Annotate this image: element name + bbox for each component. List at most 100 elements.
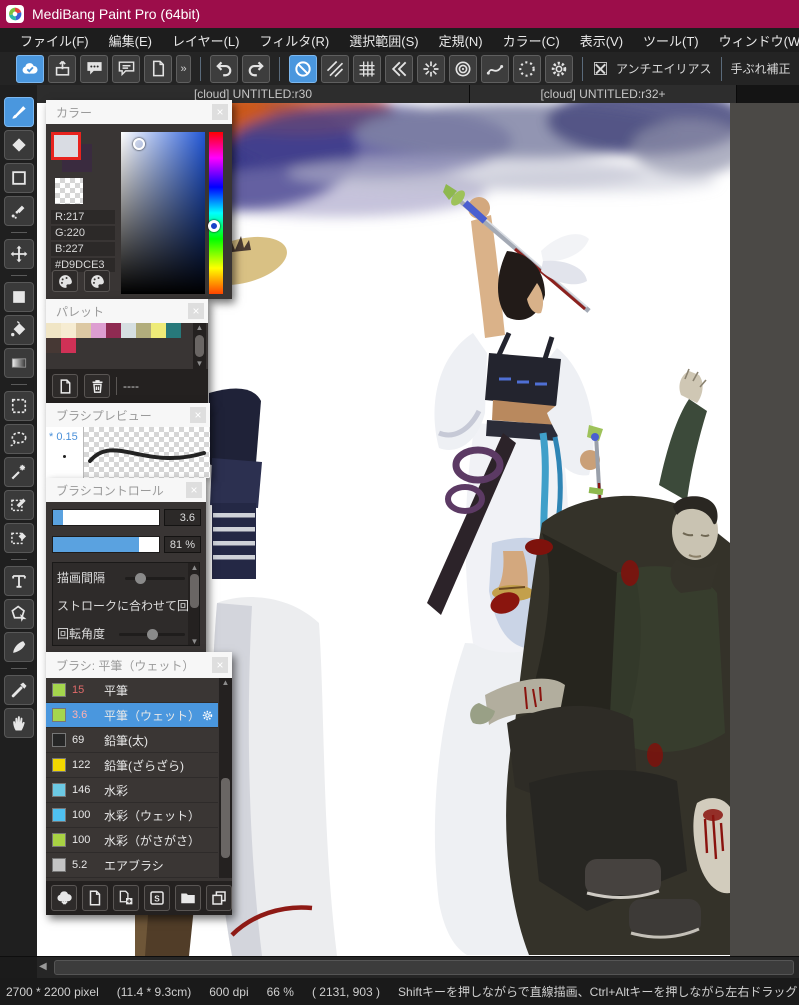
scroll-down-icon[interactable]: ▼: [188, 637, 199, 645]
palette-color[interactable]: [91, 323, 106, 338]
select-eraser-tool-button[interactable]: [3, 523, 34, 553]
brush-list-header[interactable]: ブラシ: 平筆（ウェット） ×: [46, 652, 232, 678]
menu-window[interactable]: ウィンドウ(W): [709, 31, 799, 50]
comment-dots-button[interactable]: [80, 54, 108, 83]
menu-file[interactable]: ファイル(F): [10, 31, 99, 50]
brush-tool-button[interactable]: [3, 97, 34, 127]
color-panel-header[interactable]: カラー ×: [46, 100, 232, 124]
palette-color[interactable]: [61, 338, 76, 353]
brush-list-item[interactable]: 122 鉛筆(ざらざら): [46, 753, 218, 778]
scrollbar-thumb[interactable]: [221, 778, 230, 858]
brush-size-value[interactable]: 3.6: [164, 509, 201, 526]
hue-slider[interactable]: [208, 132, 223, 294]
menu-layer[interactable]: レイヤー(L): [162, 31, 250, 50]
brush-list-item-selected[interactable]: 3.6 平筆（ウェット）: [46, 703, 218, 728]
brush-list-item[interactable]: 5.2 エアブラシ: [46, 853, 218, 878]
curve-snap-button[interactable]: [481, 54, 509, 83]
add-brush-menu-button[interactable]: [113, 885, 139, 911]
palette-scrollbar[interactable]: ▲ ▼: [193, 323, 206, 369]
grid-snap-button[interactable]: [353, 54, 381, 83]
brush-list-item[interactable]: 69 鉛筆(太): [46, 728, 218, 753]
menu-filter[interactable]: フィルタ(R): [249, 31, 339, 50]
menu-tool[interactable]: ツール(T): [633, 31, 709, 50]
close-icon[interactable]: ×: [212, 104, 228, 120]
delete-color-button[interactable]: [84, 374, 110, 398]
magic-wand-tool-button[interactable]: [3, 457, 34, 487]
antialias-checkbox[interactable]: [594, 62, 607, 75]
publish-button[interactable]: [48, 54, 76, 83]
comment-lines-button[interactable]: [112, 54, 140, 83]
eraser-tool-button[interactable]: [3, 130, 34, 160]
menu-view[interactable]: 表示(V): [570, 31, 633, 50]
menu-select[interactable]: 選択範囲(S): [339, 31, 428, 50]
bucket-tool-button[interactable]: [3, 315, 34, 345]
parallel-snap-button[interactable]: [321, 54, 349, 83]
brush-opacity-value[interactable]: 81 %: [164, 536, 201, 553]
document-button[interactable]: [144, 54, 172, 83]
cloud-download-brush-button[interactable]: [51, 885, 77, 911]
palette-color[interactable]: [46, 323, 61, 338]
select-pen-tool-button[interactable]: [3, 490, 34, 520]
no-snap-button[interactable]: [289, 54, 317, 83]
scroll-left-icon[interactable]: ◀: [39, 961, 47, 972]
draw-interval-slider[interactable]: [125, 573, 185, 584]
scrollbar-thumb[interactable]: [195, 335, 204, 357]
eyedropper-tool-button[interactable]: [3, 675, 34, 705]
rotation-angle-slider[interactable]: [119, 629, 185, 640]
palette-color[interactable]: [151, 323, 166, 338]
concentric-snap-button[interactable]: [449, 54, 477, 83]
palette-color[interactable]: [121, 323, 136, 338]
vanishing-point-snap-button[interactable]: [385, 54, 413, 83]
menu-edit[interactable]: 編集(E): [99, 31, 162, 50]
transparent-color-swatch[interactable]: [55, 178, 83, 204]
shape-rect-tool-button[interactable]: [3, 163, 34, 193]
scroll-up-icon[interactable]: ▲: [193, 323, 206, 333]
close-icon[interactable]: ×: [212, 657, 228, 673]
scroll-down-icon[interactable]: ▼: [193, 359, 206, 369]
brush-size-slider[interactable]: [52, 509, 160, 526]
tab-untitled-r32[interactable]: [cloud] UNTITLED:r32+: [470, 85, 737, 103]
move-tool-button[interactable]: [3, 239, 34, 269]
saturation-value-picker[interactable]: [121, 132, 205, 294]
text-tool-button[interactable]: [3, 566, 34, 596]
palette-panel-header[interactable]: パレット ×: [46, 299, 208, 323]
scroll-up-icon[interactable]: ▲: [219, 678, 232, 688]
toolbar-overflow-button[interactable]: »: [176, 54, 191, 83]
fill-rect-tool-button[interactable]: [3, 282, 34, 312]
palette-color[interactable]: [166, 323, 181, 338]
brush-list-scrollbar[interactable]: ▲: [219, 678, 232, 878]
brush-list-item[interactable]: 100 水彩（がさがさ）: [46, 828, 218, 853]
new-brush-button[interactable]: [82, 885, 108, 911]
palette-color[interactable]: [106, 323, 121, 338]
menu-color[interactable]: カラー(C): [493, 31, 570, 50]
close-icon[interactable]: ×: [186, 482, 202, 498]
hscrollbar-thumb[interactable]: [54, 960, 794, 975]
brush-settings-gear-icon[interactable]: [201, 709, 214, 722]
palette-dialog-button[interactable]: [52, 270, 78, 292]
snap-settings-button[interactable]: [545, 54, 573, 83]
brush-control-header[interactable]: ブラシコントロール ×: [46, 478, 206, 502]
scroll-up-icon[interactable]: ▲: [188, 563, 199, 573]
new-color-button[interactable]: [52, 374, 78, 398]
slider-knob[interactable]: [147, 629, 158, 640]
palette-color[interactable]: [46, 338, 61, 353]
ellipse-snap-button[interactable]: [513, 54, 541, 83]
close-icon[interactable]: ×: [190, 407, 206, 423]
hue-slider-marker[interactable]: [208, 220, 220, 232]
brush-folder-button[interactable]: [175, 885, 201, 911]
script-brush-button[interactable]: [144, 885, 170, 911]
close-icon[interactable]: ×: [188, 303, 204, 319]
select-rect-tool-button[interactable]: [3, 391, 34, 421]
gradient-tool-button[interactable]: [3, 348, 34, 378]
brush-list-item[interactable]: 100 水彩（ウェット）: [46, 803, 218, 828]
lasso-tool-button[interactable]: [3, 424, 34, 454]
control-point-tool-button[interactable]: [3, 196, 34, 226]
duplicate-brush-button[interactable]: [206, 885, 232, 911]
radial-snap-button[interactable]: [417, 54, 445, 83]
operation-tool-button[interactable]: [3, 599, 34, 629]
brush-list-item[interactable]: 15 平筆: [46, 678, 218, 703]
canvas-hscrollbar[interactable]: ◀: [0, 956, 799, 979]
palette-add-button[interactable]: [84, 270, 110, 292]
brush-list-item[interactable]: 146 水彩: [46, 778, 218, 803]
divide-tool-button[interactable]: [3, 632, 34, 662]
